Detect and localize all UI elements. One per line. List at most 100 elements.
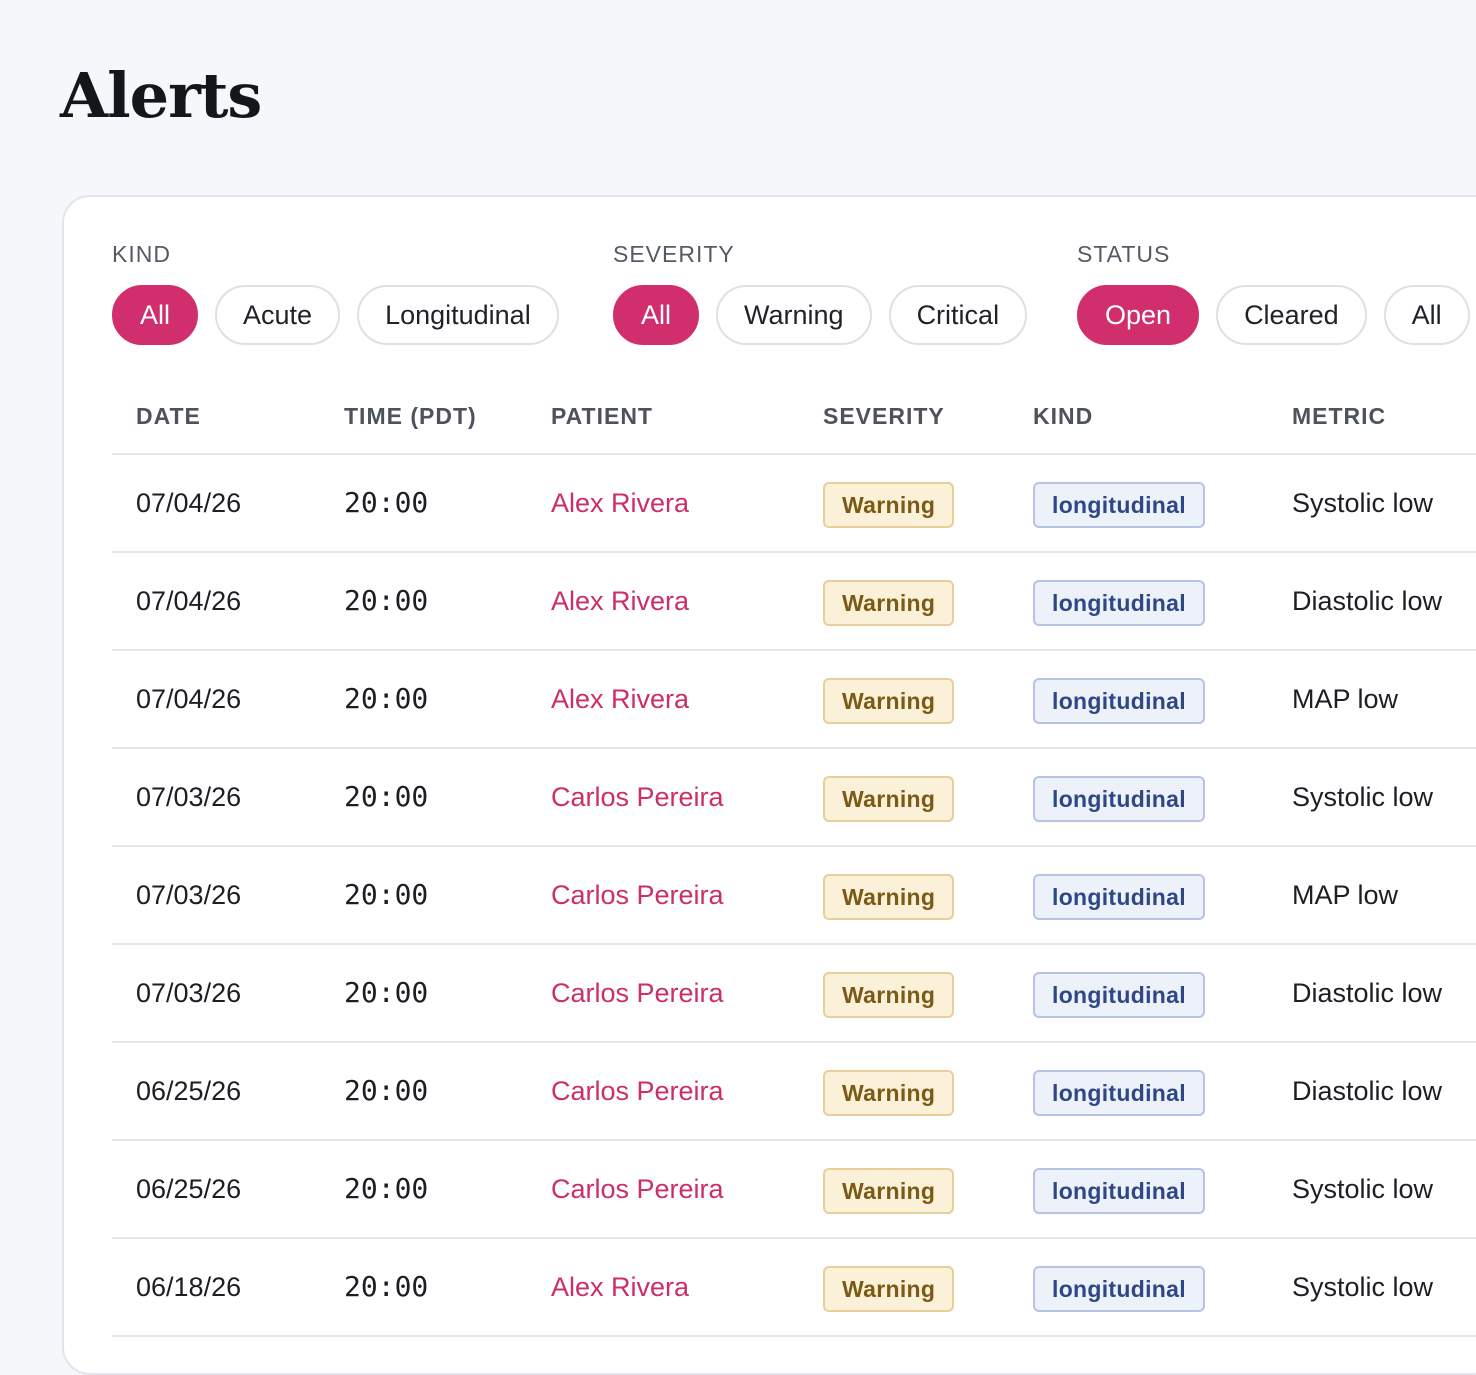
alert-time: 20:00 xyxy=(344,976,429,1009)
alert-time: 20:00 xyxy=(344,780,429,813)
status-filter-cleared-chip[interactable]: Cleared xyxy=(1216,285,1367,345)
kind-filter-longitudinal-chip[interactable]: Longitudinal xyxy=(357,285,559,345)
severity-cell: Warning xyxy=(823,651,955,747)
patient-link[interactable]: Carlos Pereira xyxy=(551,945,724,1041)
kind-badge: longitudinal xyxy=(1033,1069,1205,1116)
table-row[interactable]: 07/04/26 20:00 Alex Rivera Warning longitudi… xyxy=(112,553,1476,651)
severity-badge: Warning xyxy=(823,971,955,1018)
kind-filter-all-chip[interactable]: All xyxy=(112,285,199,345)
alert-time: 20:00 xyxy=(344,1074,429,1107)
severity-filter-all-chip[interactable]: All xyxy=(613,285,700,345)
alert-metric: Diastolic low xyxy=(1292,586,1443,616)
kind-cell: longitudinal xyxy=(1033,1043,1205,1139)
column-header-severity[interactable]: SEVERITY xyxy=(823,403,945,430)
severity-badge: Warning xyxy=(823,1167,955,1214)
severity-badge: Warning xyxy=(823,481,955,528)
severity-cell: Warning xyxy=(823,1141,955,1237)
page-title: Alerts xyxy=(60,59,262,132)
patient-link[interactable]: Carlos Pereira xyxy=(551,1043,724,1139)
column-header-metric[interactable]: METRIC xyxy=(1292,403,1386,430)
alert-metric: Systolic low xyxy=(1292,1272,1434,1302)
kind-cell: longitudinal xyxy=(1033,749,1205,845)
severity-filter-label: SEVERITY xyxy=(613,241,735,267)
alert-metric: Systolic low xyxy=(1292,782,1434,812)
alert-metric: MAP low xyxy=(1292,880,1399,910)
patient-link[interactable]: Alex Rivera xyxy=(551,455,689,551)
table-row[interactable]: 07/04/26 20:00 Alex Rivera Warning longitudi… xyxy=(112,651,1476,749)
table-header: DATE TIME (PDT) PATIENT SEVERITY KIND ME… xyxy=(112,393,1476,455)
column-header-patient[interactable]: PATIENT xyxy=(551,403,653,430)
severity-badge: Warning xyxy=(823,1069,955,1116)
table-row[interactable]: 07/03/26 20:00 Carlos Pereira Warning longit… xyxy=(112,847,1476,945)
alert-time: 20:00 xyxy=(344,1172,429,1205)
alert-metric: Diastolic low xyxy=(1292,978,1443,1008)
status-filter-open-chip[interactable]: Open xyxy=(1077,285,1200,345)
column-header-kind[interactable]: KIND xyxy=(1033,403,1093,430)
kind-cell: longitudinal xyxy=(1033,455,1205,551)
severity-cell: Warning xyxy=(823,1043,955,1139)
alert-metric: Systolic low xyxy=(1292,488,1434,518)
alert-date: 07/04/26 xyxy=(136,488,242,518)
alert-date: 06/18/26 xyxy=(136,1272,242,1302)
alert-metric: MAP low xyxy=(1292,684,1399,714)
patient-link[interactable]: Carlos Pereira xyxy=(551,847,724,943)
patient-link[interactable]: Alex Rivera xyxy=(551,553,689,649)
kind-cell: longitudinal xyxy=(1033,651,1205,747)
alert-date: 07/03/26 xyxy=(136,880,242,910)
kind-cell: longitudinal xyxy=(1033,1239,1205,1335)
kind-cell: longitudinal xyxy=(1033,847,1205,943)
table-row[interactable]: 07/03/26 20:00 Carlos Pereira Warning longit… xyxy=(112,945,1476,1043)
kind-badge: longitudinal xyxy=(1033,579,1205,626)
status-filter-label: STATUS xyxy=(1077,241,1171,267)
kind-badge: longitudinal xyxy=(1033,1265,1205,1312)
kind-badge: longitudinal xyxy=(1033,1167,1205,1214)
severity-badge: Warning xyxy=(823,775,955,822)
severity-cell: Warning xyxy=(823,553,955,649)
alert-metric: Systolic low xyxy=(1292,1174,1434,1204)
severity-filter: SEVERITY All Warning Critical xyxy=(613,239,1028,345)
severity-filter-critical-chip[interactable]: Critical xyxy=(888,285,1028,345)
table-row[interactable]: 06/25/26 20:00 Carlos Pereira Warning longit… xyxy=(112,1141,1476,1239)
kind-badge: longitudinal xyxy=(1033,775,1205,822)
kind-badge: longitudinal xyxy=(1033,481,1205,528)
patient-link[interactable]: Alex Rivera xyxy=(551,651,689,747)
status-filter-all-chip[interactable]: All xyxy=(1383,285,1470,345)
kind-filter-acute-chip[interactable]: Acute xyxy=(215,285,341,345)
severity-cell: Warning xyxy=(823,945,955,1041)
kind-badge: longitudinal xyxy=(1033,677,1205,724)
alert-date: 07/03/26 xyxy=(136,978,242,1008)
column-header-date[interactable]: DATE xyxy=(136,403,201,430)
table-row[interactable]: 06/18/26 20:00 Alex Rivera Warning longitudi… xyxy=(112,1239,1476,1337)
kind-badge: longitudinal xyxy=(1033,873,1205,920)
patient-link[interactable]: Carlos Pereira xyxy=(551,749,724,845)
table-body: 07/04/26 20:00 Alex Rivera Warning longitudi… xyxy=(112,455,1476,1337)
kind-cell: longitudinal xyxy=(1033,553,1205,649)
severity-cell: Warning xyxy=(823,749,955,845)
kind-cell: longitudinal xyxy=(1033,1141,1205,1237)
alert-time: 20:00 xyxy=(344,1270,429,1303)
alert-time: 20:00 xyxy=(344,486,429,519)
alert-date: 06/25/26 xyxy=(136,1174,242,1204)
severity-cell: Warning xyxy=(823,455,955,551)
table-row[interactable]: 07/04/26 20:00 Alex Rivera Warning longitudi… xyxy=(112,455,1476,553)
kind-filter-label: KIND xyxy=(112,241,171,267)
alert-time: 20:00 xyxy=(344,682,429,715)
severity-badge: Warning xyxy=(823,873,955,920)
column-header-time[interactable]: TIME (PDT) xyxy=(344,403,477,430)
alert-date: 07/04/26 xyxy=(136,684,242,714)
patient-link[interactable]: Alex Rivera xyxy=(551,1239,689,1335)
severity-filter-warning-chip[interactable]: Warning xyxy=(716,285,872,345)
patient-link[interactable]: Carlos Pereira xyxy=(551,1141,724,1237)
severity-badge: Warning xyxy=(823,579,955,626)
table-row[interactable]: 06/25/26 20:00 Carlos Pereira Warning longit… xyxy=(112,1043,1476,1141)
alert-time: 20:00 xyxy=(344,878,429,911)
severity-cell: Warning xyxy=(823,847,955,943)
severity-cell: Warning xyxy=(823,1239,955,1335)
alerts-card: KIND All Acute Longitudinal SEVERITY All… xyxy=(62,195,1476,1375)
severity-badge: Warning xyxy=(823,677,955,724)
alert-date: 06/25/26 xyxy=(136,1076,242,1106)
kind-cell: longitudinal xyxy=(1033,945,1205,1041)
alert-time: 20:00 xyxy=(344,584,429,617)
table-row[interactable]: 07/03/26 20:00 Carlos Pereira Warning longit… xyxy=(112,749,1476,847)
alert-date: 07/03/26 xyxy=(136,782,242,812)
